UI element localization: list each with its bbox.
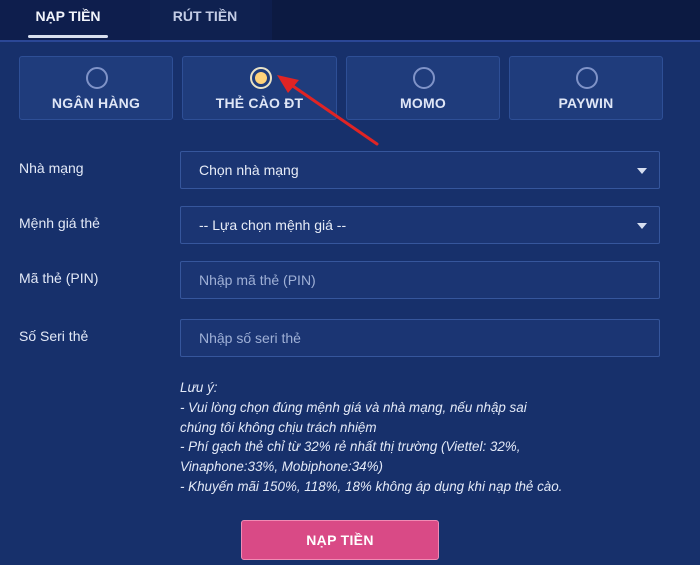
method-momo[interactable]: MOMO: [346, 56, 500, 120]
notice-line: - Vui lòng chọn đúng mệnh giá và nhà mạn…: [180, 399, 527, 415]
notice-line: chúng tôi không chịu trách nhiệm: [180, 419, 377, 435]
notice-line: Vinaphone:33%, Mobiphone:34%): [180, 459, 383, 475]
radio-bank[interactable]: [86, 67, 108, 89]
pin-field-wrapper: [180, 261, 660, 299]
denomination-label: Mệnh giá thẻ: [19, 215, 100, 231]
denomination-select-value: -- Lựa chọn mệnh giá --: [199, 217, 347, 233]
deposit-submit-button[interactable]: NẠP TIỀN: [241, 520, 439, 560]
notice-line: - Phí gạch thẻ chỉ từ 32% rẻ nhất thị tr…: [180, 439, 521, 455]
serial-field-wrapper: [180, 319, 660, 357]
tab-bar-filler: [272, 0, 700, 40]
carrier-select[interactable]: Chọn nhà mạng: [180, 151, 660, 189]
chevron-down-icon: [637, 168, 647, 174]
pin-label: Mã thẻ (PIN): [19, 270, 99, 286]
radio-paywin[interactable]: [576, 67, 598, 89]
radio-momo[interactable]: [413, 67, 435, 89]
tab-deposit[interactable]: NẠP TIỀN: [18, 0, 118, 40]
tab-bar: NẠP TIỀN RÚT TIỀN: [0, 0, 700, 42]
notice-text: Lưu ý: - Vui lòng chọn đúng mệnh giá và …: [180, 378, 660, 497]
notice-title: Lưu ý:: [180, 380, 218, 395]
method-paywin[interactable]: PAYWIN: [509, 56, 663, 120]
carrier-select-value: Chọn nhà mạng: [199, 162, 299, 178]
carrier-label: Nhà mạng: [19, 160, 84, 176]
denomination-select[interactable]: -- Lựa chọn mệnh giá --: [180, 206, 660, 244]
method-paywin-label: PAYWIN: [558, 95, 614, 111]
method-phone-card[interactable]: THẺ CÀO ĐT: [182, 56, 337, 120]
pin-input[interactable]: [199, 263, 641, 297]
method-bank[interactable]: NGÂN HÀNG: [19, 56, 173, 120]
method-bank-label: NGÂN HÀNG: [51, 95, 141, 111]
radio-phone-card[interactable]: [249, 67, 272, 89]
method-phone-card-label: THẺ CÀO ĐT: [215, 95, 304, 111]
notice-line: - Khuyến mãi 150%, 118%, 18% không áp dụ…: [180, 478, 563, 494]
tab-withdraw[interactable]: RÚT TIỀN: [150, 0, 260, 40]
chevron-down-icon: [637, 223, 647, 229]
serial-label: Số Seri thẻ: [19, 328, 89, 344]
method-momo-label: MOMO: [400, 95, 446, 111]
serial-input[interactable]: [199, 321, 641, 355]
